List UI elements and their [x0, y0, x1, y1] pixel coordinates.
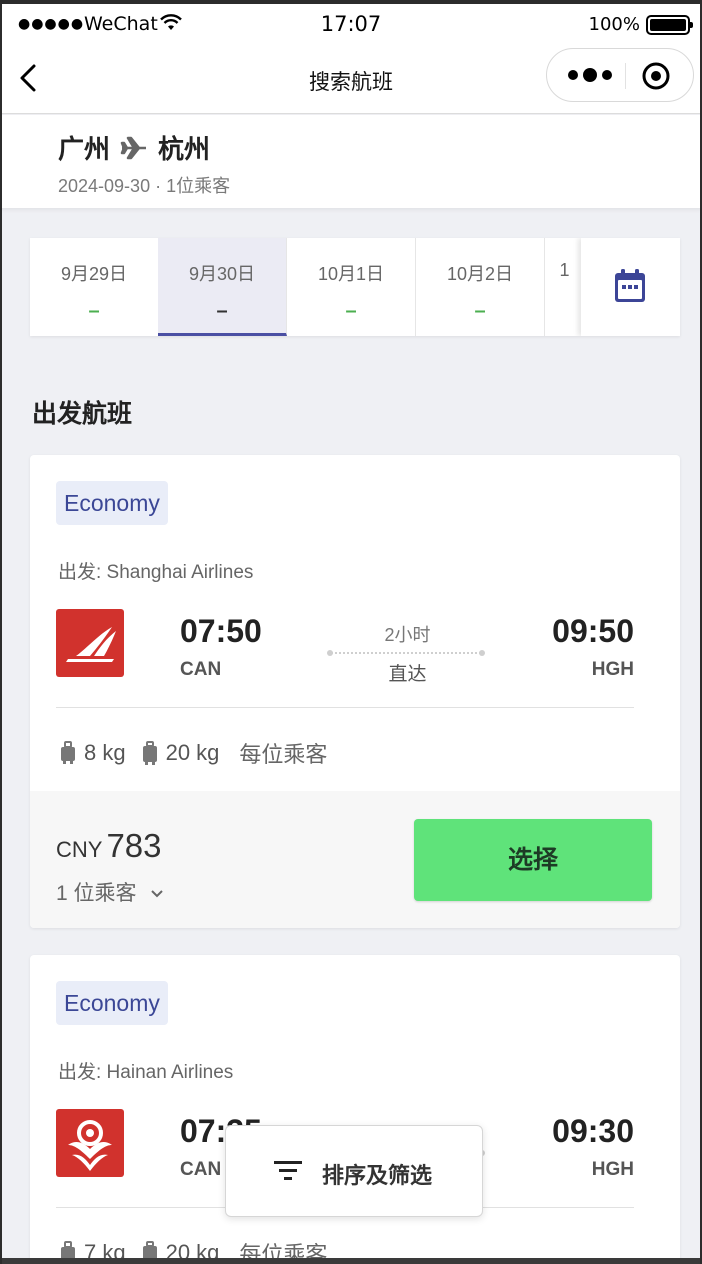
date-selector: 9月29日 – 9月30日 – 10月1日 – 10月2日 – 1: [30, 238, 680, 336]
card-footer: CNY 783 1 位乘客 选择: [30, 791, 680, 928]
target-close-icon[interactable]: [641, 61, 671, 91]
departure-airport: CAN: [180, 1159, 222, 1180]
carry-on-weight: 8 kg: [84, 740, 126, 765]
flight-duration: 2小时: [384, 625, 431, 645]
checked-bag-icon: [142, 741, 157, 765]
baggage-info: 7 kg 20 kg 每位乘客: [58, 1237, 327, 1258]
date-tab-price: –: [216, 300, 228, 322]
date-tab-price: –: [88, 300, 100, 322]
per-passenger-label: 每位乘客: [239, 742, 328, 767]
per-passenger-label: 每位乘客: [239, 1242, 328, 1258]
passenger-count: 1 位乘客: [56, 882, 137, 905]
navigation-bar: 搜索航班: [0, 44, 702, 114]
sort-filter-label: 排序及筛选: [322, 1163, 433, 1188]
checked-bag-weight: 20 kg: [165, 1240, 220, 1258]
checked-bag-weight: 20 kg: [165, 740, 220, 765]
airline-name: 出发: Shanghai Airlines: [58, 562, 254, 583]
currency: CNY: [56, 837, 103, 862]
date-tab-date: 9月30日: [188, 264, 256, 284]
airplane-icon: [120, 136, 147, 159]
select-flight-button[interactable]: 选择: [414, 819, 652, 901]
date-tab-date: 9月29日: [60, 264, 128, 284]
chevron-down-icon: [151, 890, 164, 898]
date-tab-date: 10月1日: [317, 264, 385, 284]
route-line: [327, 649, 485, 657]
route-cities: 广州 杭州: [58, 129, 210, 166]
sort-filter-button[interactable]: 排序及筛选: [225, 1125, 483, 1217]
date-tab[interactable]: 10月1日 –: [287, 238, 416, 336]
date-tab[interactable]: 1: [545, 238, 585, 336]
capsule-divider: [625, 63, 626, 89]
price-amount: 783: [106, 827, 162, 864]
cabin-badge: Economy: [56, 981, 168, 1025]
date-tab-price: –: [345, 300, 357, 322]
calendar-icon: [615, 269, 645, 302]
more-dots-icon[interactable]: [563, 63, 619, 87]
date-tab-price: –: [474, 300, 486, 322]
section-title: 出发航班: [32, 400, 133, 428]
carry-on-weight: 7 kg: [84, 1240, 126, 1258]
airline-name: 出发: Hainan Airlines: [58, 1062, 234, 1083]
stops-label: 直达: [388, 664, 427, 685]
cabin-badge: Economy: [56, 481, 168, 525]
phone-screen: ●●●●● WeChat 17:07 100% 搜索航班 广州 杭州 2024-…: [0, 0, 702, 1258]
arrival-airport: HGH: [591, 1159, 634, 1180]
date-tab-date: 10月2日: [446, 264, 514, 284]
passenger-selector[interactable]: 1 位乘客: [56, 877, 164, 907]
checked-bag-icon: [142, 1241, 157, 1258]
carry-on-bag-icon: [61, 741, 75, 764]
card-divider: [56, 707, 634, 708]
filter-icon: [274, 1161, 302, 1180]
route-dot: [327, 650, 333, 656]
departure-airport: CAN: [180, 659, 222, 680]
arrival-airport: HGH: [591, 659, 634, 680]
date-tab-selected[interactable]: 9月30日 –: [158, 238, 287, 336]
route-header: 广州 杭州 2024-09-30 · 1位乘客: [0, 115, 702, 208]
fare-price: CNY 783: [56, 827, 162, 865]
date-tab-date: 1: [559, 260, 570, 280]
hainan-airlines-logo: [56, 1109, 124, 1177]
flight-card[interactable]: Economy 出发: Shanghai Airlines 07:50 CAN …: [30, 455, 680, 928]
arrival-time: 09:50: [552, 613, 634, 649]
device-frame: [0, 0, 2, 1264]
device-frame: [0, 0, 702, 4]
baggage-info: 8 kg 20 kg 每位乘客: [58, 737, 327, 769]
departure-time: 07:50: [180, 613, 262, 649]
date-tab[interactable]: 10月2日 –: [416, 238, 545, 336]
miniprogram-capsule: [546, 48, 694, 102]
battery-icon: [646, 15, 693, 35]
destination-city: 杭州: [158, 134, 211, 164]
battery-percent: 100%: [588, 14, 640, 35]
route-subtitle: 2024-09-30 · 1位乘客: [58, 176, 231, 196]
route-dot: [479, 650, 485, 656]
shanghai-airlines-logo: [56, 609, 124, 677]
calendar-button[interactable]: [581, 238, 680, 336]
status-bar: ●●●●● WeChat 17:07 100%: [0, 4, 702, 44]
origin-city: 广州: [58, 134, 111, 164]
carry-on-bag-icon: [61, 1241, 75, 1258]
arrival-time: 09:30: [552, 1113, 634, 1149]
date-tab[interactable]: 9月29日 –: [30, 238, 159, 336]
device-frame-bottom: [0, 1258, 702, 1264]
